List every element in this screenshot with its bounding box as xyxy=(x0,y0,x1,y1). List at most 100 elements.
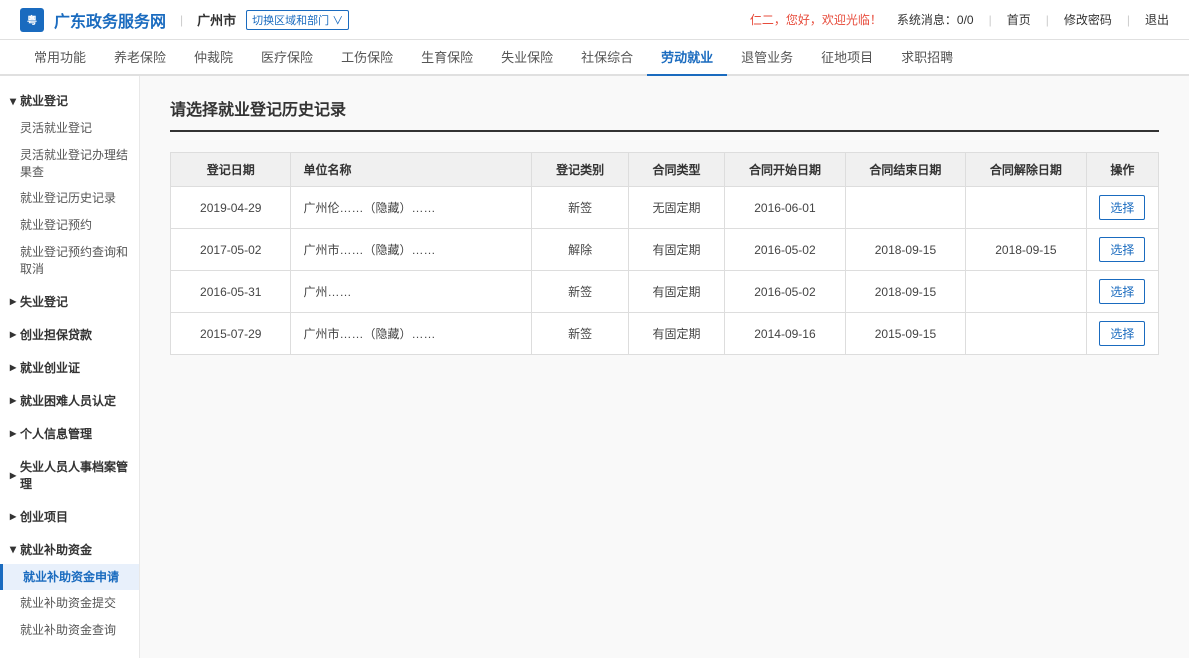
sidebar-item-flexible-reg[interactable]: 灵活就业登记 xyxy=(0,115,139,142)
cell-terminate-date xyxy=(966,313,1086,355)
th-date: 登记日期 xyxy=(171,153,291,187)
sidebar-group-profile[interactable]: ▸ 个人信息管理 xyxy=(0,419,139,448)
sidebar-item-appointment[interactable]: 就业登记预约 xyxy=(0,212,139,239)
cell-contract-type: 有固定期 xyxy=(628,271,724,313)
sidebar-group-loan[interactable]: ▸ 创业担保贷款 xyxy=(0,320,139,349)
sidebar-group-cert-label: 就业创业证 xyxy=(20,359,80,376)
nav-item-labor[interactable]: 劳动就业 xyxy=(647,39,727,76)
th-company: 单位名称 xyxy=(291,153,532,187)
sidebar-group-unemployment[interactable]: ▸ 失业登记 xyxy=(0,287,139,316)
nav-item-retire[interactable]: 退管业务 xyxy=(727,39,807,76)
layout: ▾ 就业登记 灵活就业登记 灵活就业登记办理结果查 就业登记历史记录 就业登记预… xyxy=(0,76,1189,658)
cell-terminate-date: 2018-09-15 xyxy=(966,229,1086,271)
th-start-date: 合同开始日期 xyxy=(725,153,845,187)
nav-item-common[interactable]: 常用功能 xyxy=(20,39,100,76)
sidebar-group-employment-label: 就业登记 xyxy=(20,92,68,109)
cell-date: 2016-05-31 xyxy=(171,271,291,313)
city-switch-button[interactable]: 切换区域和部门 ∨ xyxy=(246,10,349,30)
sidebar-group-difficult[interactable]: ▸ 就业困难人员认定 xyxy=(0,386,139,415)
cell-contract-type: 有固定期 xyxy=(628,229,724,271)
divider: | xyxy=(180,13,183,27)
nav-item-recruit[interactable]: 求职招聘 xyxy=(887,39,967,76)
nav-item-land[interactable]: 征地项目 xyxy=(807,39,887,76)
select-button[interactable]: 选择 xyxy=(1099,321,1145,346)
cell-reg-type: 新签 xyxy=(532,313,628,355)
arrow-icon: ▾ xyxy=(10,94,16,108)
th-action: 操作 xyxy=(1086,153,1158,187)
sidebar-group-archive[interactable]: ▸ 失业人员人事档案管理 xyxy=(0,452,139,498)
sidebar-section-profile: ▸ 个人信息管理 xyxy=(0,419,139,448)
sidebar-section-loan: ▸ 创业担保贷款 xyxy=(0,320,139,349)
arrow-icon-3: ▸ xyxy=(10,327,16,341)
table-header-row: 登记日期 单位名称 登记类别 合同类型 合同开始日期 合同结束日期 合同解除日期… xyxy=(171,153,1159,187)
cell-terminate-date xyxy=(966,187,1086,229)
logout-link[interactable]: 退出 xyxy=(1145,11,1169,28)
cell-start-date: 2016-06-01 xyxy=(725,187,845,229)
sidebar-item-appointment-query[interactable]: 就业登记预约查询和取消 xyxy=(0,239,139,283)
sidebar-group-archive-label: 失业人员人事档案管理 xyxy=(20,458,129,492)
nav-item-work-injury[interactable]: 工伤保险 xyxy=(327,39,407,76)
sidebar-group-startup-label: 创业项目 xyxy=(20,508,68,525)
cell-start-date: 2014-09-16 xyxy=(725,313,845,355)
cell-company: 广州…… xyxy=(291,271,532,313)
nav-item-arbitration[interactable]: 仲裁院 xyxy=(180,39,247,76)
sidebar-group-loan-label: 创业担保贷款 xyxy=(20,326,92,343)
nav-item-birth[interactable]: 生育保险 xyxy=(407,39,487,76)
arrow-icon-4: ▸ xyxy=(10,360,16,374)
sidebar-group-cert[interactable]: ▸ 就业创业证 xyxy=(0,353,139,382)
system-message: 系统消息：0/0 xyxy=(897,11,974,28)
sidebar-section-startup: ▸ 创业项目 xyxy=(0,502,139,531)
change-password-link[interactable]: 修改密码 xyxy=(1064,11,1112,28)
cell-contract-type: 有固定期 xyxy=(628,313,724,355)
nav-item-pension[interactable]: 养老保险 xyxy=(100,39,180,76)
cell-contract-type: 无固定期 xyxy=(628,187,724,229)
arrow-icon-2: ▸ xyxy=(10,294,16,308)
city-label: 广州市 xyxy=(197,10,236,29)
table-row: 2019-04-29广州伦……（隐藏）……新签无固定期2016-06-01选择 xyxy=(171,187,1159,229)
nav-bar: 常用功能 养老保险 仲裁院 医疗保险 工伤保险 生育保险 失业保险 社保综合 劳… xyxy=(0,40,1189,76)
sidebar-group-startup[interactable]: ▸ 创业项目 xyxy=(0,502,139,531)
select-button[interactable]: 选择 xyxy=(1099,237,1145,262)
select-button[interactable]: 选择 xyxy=(1099,279,1145,304)
header-left: 粤 广东政务服务网 | 广州市 切换区域和部门 ∨ xyxy=(20,8,349,32)
divider-3: | xyxy=(1127,13,1130,27)
select-button[interactable]: 选择 xyxy=(1099,195,1145,220)
cell-reg-type: 解除 xyxy=(532,229,628,271)
cell-reg-type: 新签 xyxy=(532,271,628,313)
sidebar-item-subsidy-apply[interactable]: 就业补助资金申请 xyxy=(0,564,139,591)
cell-company: 广州市……（隐藏）…… xyxy=(291,313,532,355)
table-row: 2017-05-02广州市……（隐藏）……解除有固定期2016-05-02201… xyxy=(171,229,1159,271)
table-row: 2015-07-29广州市……（隐藏）……新签有固定期2014-09-16201… xyxy=(171,313,1159,355)
th-contract-type: 合同类型 xyxy=(628,153,724,187)
sidebar-group-employment[interactable]: ▾ 就业登记 xyxy=(0,86,139,115)
cell-end-date xyxy=(845,187,965,229)
cell-date: 2015-07-29 xyxy=(171,313,291,355)
home-link[interactable]: 首页 xyxy=(1007,11,1031,28)
sidebar-section-cert: ▸ 就业创业证 xyxy=(0,353,139,382)
cell-reg-type: 新签 xyxy=(532,187,628,229)
sidebar-item-history[interactable]: 就业登记历史记录 xyxy=(0,185,139,212)
nav-item-medical[interactable]: 医疗保险 xyxy=(247,39,327,76)
divider-1: | xyxy=(989,13,992,27)
nav-item-unemployment[interactable]: 失业保险 xyxy=(487,39,567,76)
sidebar-item-flexible-result[interactable]: 灵活就业登记办理结果查 xyxy=(0,142,139,186)
sidebar-group-difficult-label: 就业困难人员认定 xyxy=(20,392,116,409)
sidebar-section-employment: ▾ 就业登记 灵活就业登记 灵活就业登记办理结果查 就业登记历史记录 就业登记预… xyxy=(0,86,139,283)
header: 粤 广东政务服务网 | 广州市 切换区域和部门 ∨ 仁二，您好，欢迎光临！ 系统… xyxy=(0,0,1189,40)
sidebar-group-subsidy[interactable]: ▾ 就业补助资金 xyxy=(0,535,139,564)
nav-item-social[interactable]: 社保综合 xyxy=(567,39,647,76)
th-end-date: 合同结束日期 xyxy=(845,153,965,187)
sidebar-item-subsidy-query[interactable]: 就业补助资金查询 xyxy=(0,617,139,644)
sidebar-item-subsidy-submit[interactable]: 就业补助资金提交 xyxy=(0,590,139,617)
cell-end-date: 2015-09-15 xyxy=(845,313,965,355)
greeting-text: 仁二，您好，欢迎光临！ xyxy=(750,11,882,28)
cell-company: 广州伦……（隐藏）…… xyxy=(291,187,532,229)
sidebar-group-profile-label: 个人信息管理 xyxy=(20,425,92,442)
cell-action: 选择 xyxy=(1086,187,1158,229)
cell-action: 选择 xyxy=(1086,271,1158,313)
employment-history-table: 登记日期 单位名称 登记类别 合同类型 合同开始日期 合同结束日期 合同解除日期… xyxy=(170,152,1159,355)
arrow-icon-8: ▸ xyxy=(10,509,16,523)
arrow-icon-5: ▸ xyxy=(10,393,16,407)
main-content: 请选择就业登记历史记录 登记日期 单位名称 登记类别 合同类型 合同开始日期 合… xyxy=(140,76,1189,658)
header-right: 仁二，您好，欢迎光临！ 系统消息：0/0 | 首页 | 修改密码 | 退出 xyxy=(750,11,1169,28)
